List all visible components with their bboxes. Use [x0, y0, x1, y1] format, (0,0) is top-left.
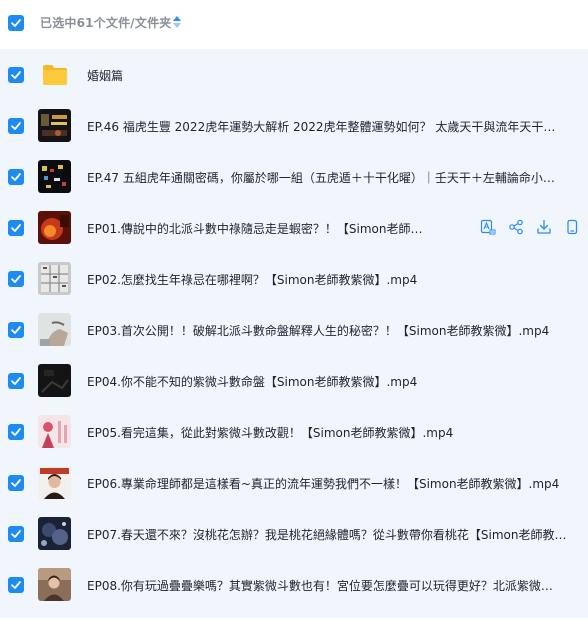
video-thumbnail	[38, 109, 71, 142]
video-thumbnail	[38, 211, 71, 244]
check-icon	[11, 581, 21, 589]
list-item[interactable]: EP02.怎麼找生年祿忌在哪裡啊？【Simon老師教紫微】.mp4	[0, 253, 588, 304]
video-thumbnail	[38, 313, 71, 346]
check-icon	[11, 326, 21, 334]
file-name[interactable]: EP.47 五組虎年通關密碼，你屬於哪一組（五虎遁＋十干化曜）｜壬天干＋左輔論命…	[87, 169, 555, 186]
translate-icon[interactable]	[480, 219, 496, 235]
row-checkbox[interactable]	[8, 526, 24, 542]
list-item[interactable]: 婚姻篇	[0, 49, 588, 100]
file-name[interactable]: EP08.你有玩過疊疊樂嗎？其實紫微斗數也有！宮位要怎麼疊可以玩得更好？北派紫微…	[87, 577, 553, 594]
check-icon	[11, 19, 21, 27]
row-checkbox[interactable]	[8, 475, 24, 491]
file-list: 婚姻篇 EP.46 福虎生豐 2022虎年運勢大解析 2022虎年整體運勢如何？…	[0, 49, 588, 618]
file-name[interactable]: EP07.春天還不來？沒桃花怎辦？我是桃花絕緣體嗎？從斗數帶你看桃花【Simon…	[87, 526, 567, 543]
row-checkbox[interactable]	[8, 67, 24, 83]
row-checkbox[interactable]	[8, 424, 24, 440]
video-thumbnail	[38, 415, 71, 448]
video-thumbnail	[38, 568, 71, 601]
row-checkbox[interactable]	[8, 577, 24, 593]
row-checkbox[interactable]	[8, 322, 24, 338]
check-icon	[11, 122, 21, 130]
check-icon	[11, 275, 21, 283]
file-name[interactable]: 婚姻篇	[87, 67, 123, 84]
check-icon	[11, 377, 21, 385]
list-item[interactable]: EP03.首次公開！！破解北派斗數命盤解釋人生的秘密？！【Simon老師教紫微】…	[0, 304, 588, 355]
video-thumbnail	[38, 466, 71, 499]
file-name[interactable]: EP01.傳說中的北派斗數中祿隨忌走是蝦密？！【Simon老師…	[87, 220, 423, 237]
check-icon	[11, 224, 21, 232]
check-icon	[11, 173, 21, 181]
share-icon[interactable]	[508, 219, 524, 235]
check-icon	[11, 479, 21, 487]
list-item[interactable]: EP.46 福虎生豐 2022虎年運勢大解析 2022虎年整體運勢如何？ 太歲天…	[0, 100, 588, 151]
list-item[interactable]: EP04.你不能不知的紫微斗數命盤【Simon老師教紫微】.mp4	[0, 355, 588, 406]
video-thumbnail	[38, 364, 71, 397]
list-item[interactable]: EP01.傳說中的北派斗數中祿隨忌走是蝦密？！【Simon老師…	[0, 202, 588, 253]
list-item[interactable]: EP07.春天還不來？沒桃花怎辦？我是桃花絕緣體嗎？從斗數帶你看桃花【Simon…	[0, 508, 588, 559]
check-icon	[11, 530, 21, 538]
select-all-checkbox[interactable]	[8, 15, 24, 31]
row-checkbox[interactable]	[8, 169, 24, 185]
row-checkbox[interactable]	[8, 118, 24, 134]
selection-count-label: 已选中61个文件/文件夹	[40, 16, 172, 30]
file-name[interactable]: EP.46 福虎生豐 2022虎年運勢大解析 2022虎年整體運勢如何？ 太歲天…	[87, 118, 555, 135]
list-item[interactable]: EP05.看完這集，從此對紫微斗數改觀！【Simon老師教紫微】.mp4	[0, 406, 588, 457]
list-item[interactable]: EP08.你有玩過疊疊樂嗎？其實紫微斗數也有！宮位要怎麼疊可以玩得更好？北派紫微…	[0, 559, 588, 610]
file-name[interactable]: EP06.專業命理師都是這樣看~真正的流年運勢我們不一樣！【Simon老師教紫微…	[87, 475, 559, 492]
list-item[interactable]: EP.47 五組虎年通關密碼，你屬於哪一組（五虎遁＋十干化曜）｜壬天干＋左輔論命…	[0, 151, 588, 202]
row-checkbox[interactable]	[8, 271, 24, 287]
check-icon	[11, 71, 21, 79]
video-thumbnail	[38, 262, 71, 295]
video-thumbnail	[38, 517, 71, 550]
check-icon	[11, 428, 21, 436]
sort-icon[interactable]	[173, 16, 181, 28]
file-name[interactable]: EP02.怎麼找生年祿忌在哪裡啊？【Simon老師教紫微】.mp4	[87, 271, 417, 288]
file-name[interactable]: EP04.你不能不知的紫微斗數命盤【Simon老師教紫微】.mp4	[87, 373, 417, 390]
video-thumbnail	[38, 160, 71, 193]
file-name[interactable]: EP03.首次公開！！破解北派斗數命盤解釋人生的秘密？！【Simon老師教紫微】…	[87, 322, 549, 339]
phone-icon[interactable]	[564, 219, 580, 235]
selection-header: 已选中61个文件/文件夹	[0, 0, 588, 46]
list-item[interactable]: EP06.專業命理師都是這樣看~真正的流年運勢我們不一樣！【Simon老師教紫微…	[0, 457, 588, 508]
download-icon[interactable]	[536, 219, 552, 235]
folder-icon	[43, 65, 67, 85]
row-checkbox[interactable]	[8, 220, 24, 236]
file-name[interactable]: EP05.看完這集，從此對紫微斗數改觀！【Simon老師教紫微】.mp4	[87, 424, 453, 441]
row-checkbox[interactable]	[8, 373, 24, 389]
